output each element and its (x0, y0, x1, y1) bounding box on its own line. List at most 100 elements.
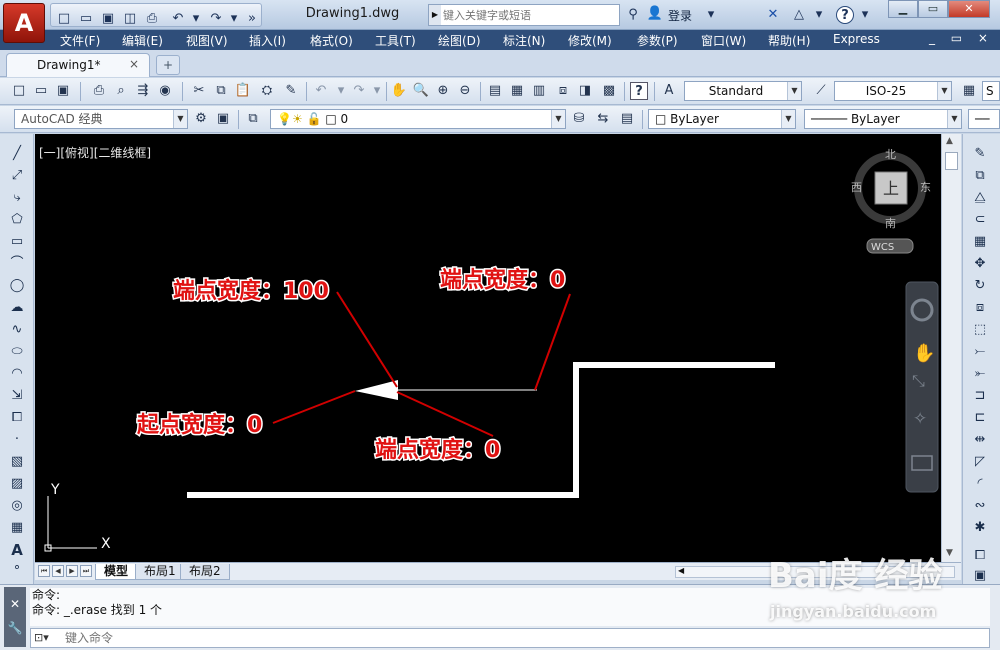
help-dropdown-icon[interactable]: ▾ (856, 6, 874, 24)
chevron-down-icon[interactable]: ▼ (781, 110, 795, 128)
array-icon[interactable]: ▦ (970, 232, 990, 252)
polyline-icon[interactable]: ⤷ (7, 188, 27, 208)
viewcube-east[interactable]: 东 (920, 181, 931, 194)
pan-icon[interactable]: ✋ (390, 82, 408, 100)
dim-style-select[interactable]: ISO-25 ▼ (834, 81, 952, 101)
redo-icon[interactable]: ↷ (350, 82, 368, 100)
copy-object-icon[interactable]: ⧉ (970, 166, 990, 186)
exchange-icon[interactable]: ✕ (764, 6, 782, 24)
next-layout-icon[interactable]: ▶ (66, 565, 78, 577)
add-selected-icon[interactable]: ° (7, 562, 27, 582)
mirror-icon[interactable]: ⧋ (970, 188, 990, 208)
document-window-controls[interactable]: _ ▭ × (929, 31, 994, 45)
arc-icon[interactable]: ⌒ (7, 254, 27, 274)
ellipse-arc-icon[interactable]: ◠ (7, 364, 27, 384)
table-style-icon[interactable]: ▦ (960, 82, 978, 100)
workspace-save-icon[interactable]: ▣ (214, 110, 232, 128)
open-file-icon[interactable]: ▭ (77, 10, 95, 28)
menu-insert[interactable]: 插入(I) (249, 32, 286, 49)
zoom-window-icon[interactable]: ⊕ (434, 82, 452, 100)
layer-select[interactable]: 💡☀ 🔓 □ 0 ▼ (270, 109, 566, 129)
login-dropdown-icon[interactable]: ▾ (702, 6, 720, 24)
layer-previous-icon[interactable]: ⇆ (594, 110, 612, 128)
binoculars-icon[interactable]: ⚲ (624, 6, 642, 24)
color-select[interactable]: □ ByLayer ▼ (648, 109, 796, 129)
offset-icon[interactable]: ⊂ (970, 210, 990, 230)
break-icon[interactable]: ⊏ (970, 408, 990, 428)
tab-layout1[interactable]: 布局1 (135, 564, 185, 580)
tab-drawing1[interactable]: Drawing1* × (6, 53, 150, 77)
tool-palettes-icon[interactable]: ▥ (530, 82, 548, 100)
menu-help[interactable]: 帮助(H) (768, 32, 810, 49)
scroll-down-icon[interactable]: ▼ (946, 548, 953, 558)
layer-state-icon[interactable]: ▤ (618, 110, 636, 128)
viewcube-west[interactable]: 西 (851, 181, 862, 194)
menu-draw[interactable]: 绘图(D) (438, 32, 481, 49)
table-icon[interactable]: ▦ (7, 518, 27, 538)
customize-icon[interactable]: 🔧 (4, 621, 26, 635)
dim-style-icon[interactable]: ⟋ (812, 82, 830, 100)
zoom-extents-icon[interactable]: ⤡ (912, 371, 925, 390)
menu-view[interactable]: 视图(V) (186, 32, 228, 49)
menu-tools[interactable]: 工具(T) (375, 32, 416, 49)
command-prompt-icon[interactable]: ⊡▾ (34, 631, 49, 644)
zoom-realtime-icon[interactable]: 🔍 (412, 82, 430, 100)
revision-cloud-icon[interactable]: ☁ (7, 298, 27, 318)
chevron-down-icon[interactable]: ▼ (937, 82, 951, 100)
text-style-icon[interactable]: A (660, 82, 678, 100)
calculator-icon[interactable]: ▩ (600, 82, 618, 100)
save-as-icon[interactable]: ◫ (121, 10, 139, 28)
zoom-previous-icon[interactable]: ⊖ (456, 82, 474, 100)
match-properties-icon[interactable]: ⛭ (258, 82, 276, 100)
undo-dropdown-icon[interactable]: ▾ (187, 10, 205, 28)
close-command-line-icon[interactable]: ✕ (4, 597, 26, 611)
cut-icon[interactable]: ✂ (190, 82, 208, 100)
arrowhead-shape[interactable] (355, 380, 398, 400)
paste-icon[interactable]: 📋 (234, 82, 252, 100)
plot-preview-icon[interactable]: ⌕ (112, 82, 130, 100)
chamfer-icon[interactable]: ◸ (970, 452, 990, 472)
menu-window[interactable]: 窗口(W) (701, 32, 746, 49)
help-icon[interactable]: ? (630, 82, 648, 100)
tab-model[interactable]: 模型 (95, 564, 138, 580)
publish-icon[interactable]: ⇶ (134, 82, 152, 100)
sheet-set-icon[interactable]: ⧈ (554, 82, 572, 100)
region-icon[interactable]: ◎ (7, 496, 27, 516)
text-style-select[interactable]: Standard ▼ (684, 81, 802, 101)
table-style-select[interactable]: S (982, 81, 1000, 101)
drawing-canvas[interactable]: [一][俯视][二维线框] 端点宽度：100 端点宽度：0 起点宽度：0 端点宽… (35, 134, 941, 562)
undo-dropdown-icon[interactable]: ▾ (332, 82, 350, 100)
last-layout-icon[interactable]: ⏭ (80, 565, 92, 577)
lineweight-select[interactable]: ── (968, 109, 1000, 129)
point-icon[interactable]: · (7, 430, 27, 450)
chevron-down-icon[interactable]: ▼ (947, 110, 961, 128)
new-icon[interactable]: □ (10, 82, 28, 100)
wcs-menu[interactable]: WCS (871, 242, 894, 253)
horizontal-scrollbar[interactable]: ◀ (675, 566, 955, 578)
scale-icon[interactable]: ⧈ (970, 298, 990, 318)
spline-icon[interactable]: ∿ (7, 320, 27, 340)
close-button[interactable]: ✕ (948, 0, 990, 18)
hatch-icon[interactable]: ▧ (7, 452, 27, 472)
first-layout-icon[interactable]: ⏮ (38, 565, 50, 577)
command-input-row[interactable]: ⊡▾ (30, 628, 990, 648)
trim-icon[interactable]: ⤚ (970, 342, 990, 362)
menu-parameter[interactable]: 参数(P) (637, 32, 678, 49)
design-center-icon[interactable]: ▦ (508, 82, 526, 100)
orbit-icon[interactable]: ✧ (913, 409, 927, 429)
workspace-select[interactable]: AutoCAD 经典 ▼ (14, 109, 188, 129)
ellipse-icon[interactable]: ⬭ (7, 342, 27, 362)
redo-dropdown-icon[interactable]: ▾ (368, 82, 386, 100)
connect-dropdown-icon[interactable]: ▾ (810, 6, 828, 24)
undo-icon[interactable]: ↶ (169, 10, 187, 28)
vertical-scrollbar[interactable]: ▲ ▼ (941, 134, 961, 562)
connect-icon[interactable]: △ (790, 6, 808, 24)
menu-modify[interactable]: 修改(M) (568, 32, 612, 49)
fillet-icon[interactable]: ◜ (970, 474, 990, 494)
rotate-icon[interactable]: ↻ (970, 276, 990, 296)
break-at-point-icon[interactable]: ⊐ (970, 386, 990, 406)
redo-dropdown-icon[interactable]: ▾ (225, 10, 243, 28)
move-icon[interactable]: ✥ (970, 254, 990, 274)
copy-icon[interactable]: ⧉ (212, 82, 230, 100)
command-input[interactable] (65, 630, 965, 646)
